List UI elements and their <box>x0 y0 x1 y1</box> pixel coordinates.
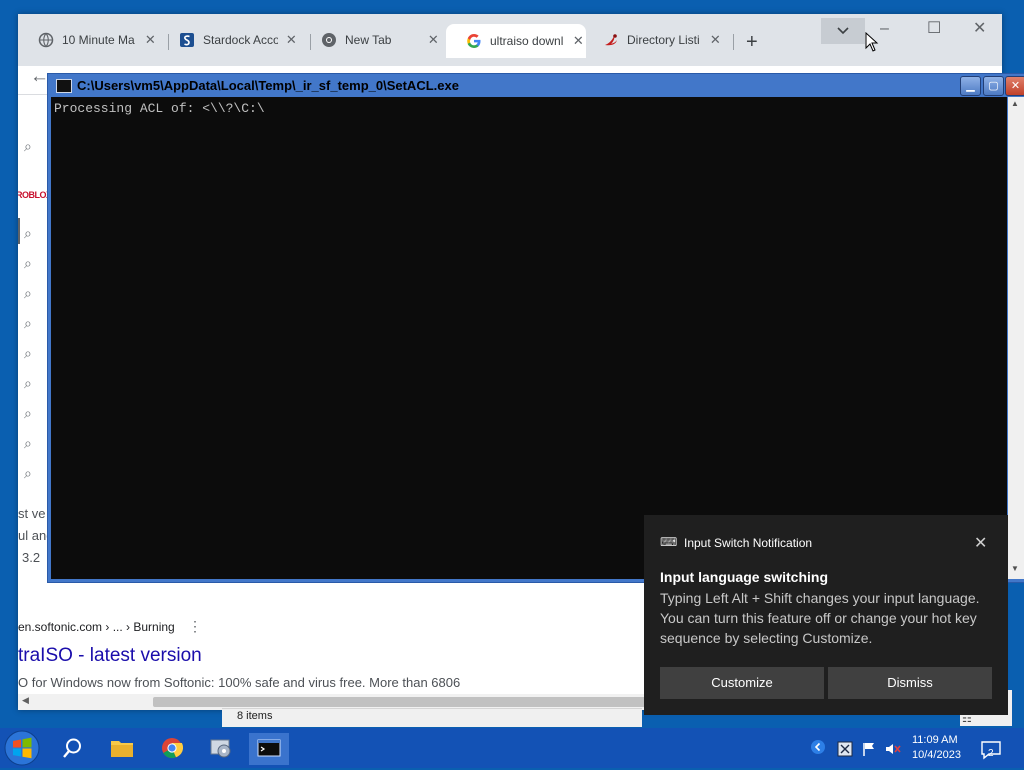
input-switch-notification: ⌨ Input Switch Notification ✕ Input lang… <box>644 515 1008 715</box>
search-icon <box>61 737 83 762</box>
console-maximize-button[interactable]: ▢ <box>983 76 1004 96</box>
console-close-button[interactable]: ✕ <box>1005 76 1024 96</box>
tab-title: 10 Minute Ma <box>62 33 135 47</box>
chrome-icon <box>161 737 184 762</box>
new-tab-button[interactable]: + <box>746 31 758 54</box>
close-icon: ✕ <box>974 535 988 552</box>
scroll-left-arrow-icon[interactable]: ◀ <box>22 695 29 706</box>
clock-date[interactable]: 10/4/2023 <box>912 749 961 761</box>
notification-count-badge: 2 <box>988 748 994 759</box>
tab-title: Stardock Acco <box>203 33 278 47</box>
maximize-icon: ☐ <box>927 20 942 37</box>
tab-title: ultraiso downl <box>490 34 564 48</box>
console-window: C:\Users\vm5\AppData\Local\Temp\_ir_sf_t… <box>47 73 1024 583</box>
console-title: C:\Users\vm5\AppData\Local\Temp\_ir_sf_t… <box>77 78 459 93</box>
search-icon[interactable]: ⌕ <box>24 225 32 242</box>
divider <box>18 218 20 244</box>
console-output-area[interactable]: Processing ACL of: <\\?\C:\ <box>51 97 1007 579</box>
console-output-text: Processing ACL of: <\\?\C:\ <box>54 101 265 116</box>
search-icon[interactable]: ⌕ <box>24 465 32 482</box>
close-icon: ✕ <box>973 20 987 37</box>
explorer-status-bar <box>222 708 642 727</box>
tab-directory-listing[interactable]: Directory Listi ✕ <box>583 26 723 54</box>
tab-close-icon[interactable]: ✕ <box>284 32 299 48</box>
tab-close-icon[interactable]: ✕ <box>708 32 723 48</box>
search-icon[interactable]: ⌕ <box>24 405 32 422</box>
scroll-up-arrow-icon[interactable]: ▲ <box>1011 99 1019 108</box>
snippet-text: st ve <box>18 506 46 521</box>
tab-stardock[interactable]: Stardock Acco ✕ <box>159 26 299 54</box>
result-title-link[interactable]: traISO - latest version <box>18 645 202 667</box>
taskbar-file-explorer[interactable] <box>102 733 142 765</box>
search-icon[interactable]: ⌕ <box>24 285 32 302</box>
taskbar-setup-app[interactable] <box>201 733 241 765</box>
tray-volume[interactable] <box>884 741 902 760</box>
tab-title: New Tab <box>345 33 392 47</box>
close-icon: ✕ <box>1010 80 1021 92</box>
globe-icon <box>38 32 54 48</box>
chevron-left-icon <box>810 740 826 758</box>
customize-button[interactable]: Customize <box>660 667 824 699</box>
snippet-text: 3.2 <box>22 550 41 565</box>
volume-muted-icon <box>884 744 902 760</box>
dismiss-button[interactable]: Dismiss <box>828 667 992 699</box>
clock-time[interactable]: 11:09 AM <box>912 734 958 746</box>
more-options-icon[interactable]: ⋮ <box>188 618 202 635</box>
search-icon[interactable]: ⌕ <box>24 255 32 272</box>
show-hidden-icons-button[interactable] <box>810 739 826 758</box>
keyboard-icon: ⌨ <box>660 535 678 549</box>
notification-title: Input language switching <box>660 569 828 585</box>
start-button[interactable] <box>2 729 42 767</box>
notification-close-button[interactable]: ✕ <box>974 533 987 553</box>
chrome-icon <box>321 32 337 48</box>
console-icon <box>257 738 281 761</box>
apache-feather-icon <box>603 32 619 48</box>
scrollbar-thumb[interactable] <box>153 697 658 707</box>
chevron-down-icon <box>837 23 849 38</box>
maximize-icon: ▢ <box>988 80 999 92</box>
console-window-icon <box>56 79 72 93</box>
tray-app-icon[interactable] <box>837 741 853 760</box>
tab-close-icon[interactable]: ✕ <box>143 32 158 48</box>
search-icon[interactable]: ⌕ <box>24 375 32 392</box>
google-icon <box>466 33 482 49</box>
tab-ultraiso-download[interactable]: ultraiso downl ✕ <box>446 24 586 58</box>
tab-new-tab[interactable]: New Tab ✕ <box>301 26 441 54</box>
mouse-cursor-icon <box>865 31 879 55</box>
search-icon[interactable]: ⌕ <box>24 315 32 332</box>
tab-strip: 10 Minute Ma ✕ Stardock Acco ✕ New Tab ✕… <box>18 14 1002 66</box>
search-icon[interactable]: ⌕ <box>24 435 32 452</box>
notification-body: Typing Left Alt + Shift changes your inp… <box>660 590 980 646</box>
tab-title: Directory Listi <box>627 33 700 47</box>
app-tray-icon <box>837 741 853 760</box>
scroll-down-arrow-icon[interactable]: ▼ <box>1011 564 1019 573</box>
console-minimize-button[interactable]: ▁ <box>960 76 981 96</box>
items-count: 8 items <box>237 710 273 722</box>
search-icon[interactable]: ⌕ <box>24 138 32 155</box>
taskbar-chrome[interactable] <box>152 733 192 765</box>
close-button[interactable]: ✕ <box>973 18 986 38</box>
setup-icon <box>209 737 233 762</box>
flag-icon <box>861 743 877 760</box>
tab-10-minute-mail[interactable]: 10 Minute Ma ✕ <box>18 26 158 54</box>
tab-separator <box>733 34 734 50</box>
taskbar-search-button[interactable] <box>52 733 92 765</box>
notification-app-name: Input Switch Notification <box>684 536 813 550</box>
result-description: O for Windows now from Softonic: 100% sa… <box>18 675 461 690</box>
stardock-icon <box>179 32 195 48</box>
maximize-button[interactable]: ☐ <box>927 18 941 38</box>
taskbar-console-window[interactable] <box>249 733 289 765</box>
tab-close-icon[interactable]: ✕ <box>426 32 441 48</box>
file-explorer-icon <box>110 738 134 761</box>
minimize-icon: – <box>880 20 889 37</box>
search-icon[interactable]: ⌕ <box>24 345 32 362</box>
tab-search-button[interactable] <box>821 18 865 44</box>
minimize-icon: ▁ <box>966 80 975 92</box>
result-url[interactable]: en.softonic.com › ... › Burning <box>18 620 175 634</box>
console-vertical-scrollbar[interactable] <box>1008 97 1024 579</box>
minimize-button[interactable]: – <box>880 20 889 38</box>
tray-action-icon[interactable] <box>861 741 877 760</box>
